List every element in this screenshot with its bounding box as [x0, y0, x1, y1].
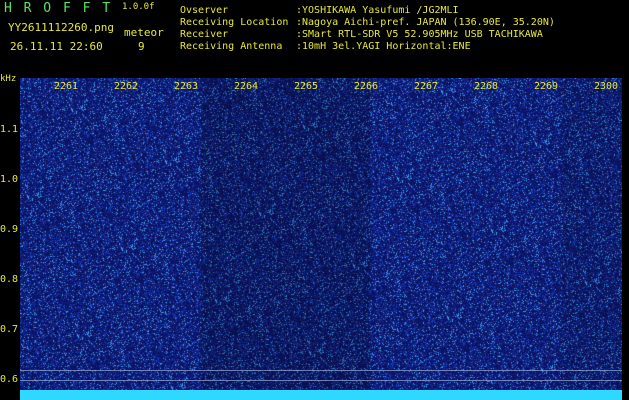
info-label: Ovserver: [180, 5, 229, 16]
spectrogram-noise: [20, 78, 622, 400]
y-tick: 0.9: [0, 224, 19, 235]
info-observer: Ovserver :YOSHIKAWA Yasufumi /JG2MLI: [180, 6, 459, 16]
time-tick: 2268: [474, 81, 499, 92]
y-tick: 0.8: [0, 274, 19, 285]
time-tick: 2261: [54, 81, 79, 92]
info-receiver: Receiver :SMart RTL-SDR V5 52.905MHz USB …: [180, 30, 543, 40]
time-tick: 2269: [534, 81, 559, 92]
info-label: Receiver: [180, 29, 229, 40]
file-name: YY2611112260.png: [8, 21, 114, 34]
app-version: 1.0.0f: [122, 2, 155, 12]
meteor-count: 9: [138, 40, 145, 53]
reference-line: [20, 370, 622, 371]
info-label: Receiving Location: [180, 17, 289, 28]
info-label: Receiving Antenna: [180, 41, 283, 52]
info-antenna: Receiving Antenna :10mH 3el.YAGI Horizont…: [180, 42, 471, 52]
time-tick: 2300: [594, 81, 619, 92]
info-value: :Nagoya Aichi-pref. JAPAN (136.90E, 35.2…: [296, 17, 555, 28]
time-tick: 2263: [174, 81, 199, 92]
y-tick: 0.6: [0, 374, 19, 385]
y-tick: 1.0: [0, 174, 19, 185]
date-time: 26.11.11 22:60: [10, 40, 103, 53]
info-value: :YOSHIKAWA Yasufumi /JG2MLI: [296, 5, 459, 16]
spectrogram: [20, 78, 622, 400]
time-tick: 2265: [294, 81, 319, 92]
info-location: Receiving Location :Nagoya Aichi-pref. JA…: [180, 18, 555, 28]
time-tick: 2267: [414, 81, 439, 92]
app-title: H R O F F T: [4, 1, 113, 16]
info-value: :10mH 3el.YAGI Horizontal:ENE: [296, 41, 471, 52]
time-tick: 2264: [234, 81, 259, 92]
y-tick: 1.1: [0, 124, 19, 135]
y-tick: 0.7: [0, 324, 19, 335]
meteor-label: meteor: [124, 26, 164, 39]
info-value: :SMart RTL-SDR V5 52.905MHz USB TACHIKAW…: [296, 29, 543, 40]
noise-floor-band: [20, 390, 622, 400]
time-tick: 2266: [354, 81, 379, 92]
time-tick: 2262: [114, 81, 139, 92]
reference-line: [20, 380, 622, 381]
axis-unit: kHz: [0, 74, 17, 84]
